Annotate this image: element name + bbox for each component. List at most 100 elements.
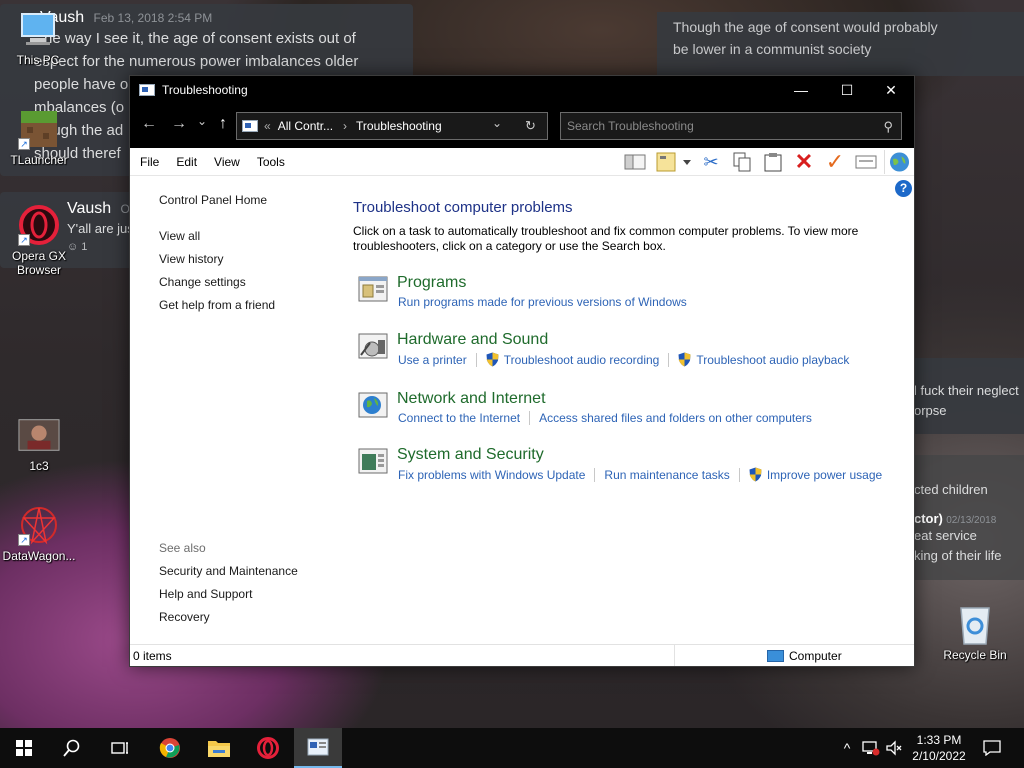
- desktop-icon-opera-gx[interactable]: ↗ Opera GX Browser: [1, 204, 77, 277]
- desktop-icon-recycle-bin[interactable]: Recycle Bin: [937, 603, 1013, 662]
- menu-view[interactable]: View: [204, 155, 247, 169]
- breadcrumb-separator[interactable]: ›: [343, 119, 347, 133]
- shortcut-arrow-icon: ↗: [18, 234, 30, 246]
- link-divider: [529, 411, 531, 425]
- page-title: Troubleshoot computer problems: [353, 199, 573, 216]
- change-settings-link[interactable]: Change settings: [159, 275, 246, 289]
- refresh-button[interactable]: ↻: [525, 118, 536, 134]
- help-and-support-link[interactable]: Help and Support: [159, 587, 252, 601]
- category-title-hardware-and-sound[interactable]: Hardware and Sound: [397, 331, 548, 349]
- get-help-from-friend-link[interactable]: Get help from a friend: [159, 298, 275, 312]
- chat-timestamp: Feb 13, 2018 2:54 PM: [93, 11, 213, 25]
- datawagon-app-icon: ↗: [18, 504, 60, 546]
- address-dropdown-button[interactable]: ⌄: [492, 116, 502, 130]
- category-title-programs[interactable]: Programs: [397, 274, 466, 292]
- close-button[interactable]: ✕: [868, 76, 914, 104]
- menu-tools[interactable]: Tools: [247, 155, 292, 169]
- search-input[interactable]: Search Troubleshooting ⚲: [560, 112, 902, 140]
- page-description: Click on a task to automatically trouble…: [353, 224, 859, 253]
- security-and-maintenance-link[interactable]: Security and Maintenance: [159, 564, 298, 578]
- chrome-taskbar-button[interactable]: [146, 728, 194, 768]
- fix-windows-update-link[interactable]: Fix problems with Windows Update: [398, 468, 585, 482]
- notifications-button[interactable]: [978, 728, 1006, 768]
- uac-shield-icon: [486, 352, 499, 367]
- chat-line: espect for the numerous power imbalances…: [34, 53, 359, 70]
- up-button[interactable]: ↑: [212, 115, 234, 133]
- desktop-icon-this-pc[interactable]: This PC: [0, 8, 76, 67]
- start-button[interactable]: [0, 728, 48, 768]
- use-a-printer-link[interactable]: Use a printer: [398, 353, 467, 367]
- control-panel-icon: [139, 84, 155, 96]
- folder-icon: [208, 741, 230, 757]
- breadcrumb-overflow[interactable]: «: [264, 119, 271, 133]
- copy-icon[interactable]: [729, 150, 755, 174]
- run-maintenance-tasks-link[interactable]: Run maintenance tasks: [604, 468, 729, 482]
- control-panel-taskbar-button[interactable]: [294, 728, 342, 768]
- delete-icon[interactable]: ✕: [791, 149, 817, 174]
- category-title-system-and-security[interactable]: System and Security: [397, 446, 544, 464]
- globe-icon[interactable]: [884, 150, 910, 174]
- preview-pane-icon[interactable]: [622, 150, 648, 174]
- troubleshoot-audio-recording-link[interactable]: Troubleshoot audio recording: [504, 353, 660, 367]
- chat-line: king of their life: [914, 548, 1002, 563]
- category-programs: Programs Run programs made for previous …: [358, 274, 918, 324]
- search-icon[interactable]: ⚲: [883, 119, 893, 135]
- connect-to-internet-link[interactable]: Connect to the Internet: [398, 411, 520, 425]
- breadcrumb-all-control-panel[interactable]: All Contr...: [278, 119, 333, 133]
- help-button[interactable]: ?: [895, 180, 912, 197]
- cut-icon[interactable]: ✂: [698, 150, 724, 174]
- opera-taskbar-button[interactable]: [244, 728, 292, 768]
- show-hidden-icons-button[interactable]: ^: [838, 728, 856, 768]
- notification-icon: [983, 740, 1001, 756]
- network-and-internet-icon[interactable]: [358, 390, 390, 420]
- programs-icon[interactable]: [358, 274, 390, 304]
- computer-icon: [767, 650, 784, 662]
- paste-icon[interactable]: [760, 150, 786, 174]
- desktop-icon-tlauncher[interactable]: ↗ TLauncher: [1, 108, 77, 167]
- status-location: Computer: [789, 649, 842, 663]
- category-network-and-internet: Network and Internet Connect to the Inte…: [358, 390, 918, 440]
- control-panel-home-link[interactable]: Control Panel Home: [159, 193, 267, 207]
- menu-bar: File Edit View Tools ✂ ✕ ✓: [130, 148, 914, 176]
- forward-button[interactable]: →: [168, 115, 190, 133]
- back-button[interactable]: ←: [138, 115, 160, 133]
- hardware-and-sound-icon[interactable]: [358, 331, 390, 361]
- layout-icon[interactable]: [653, 150, 693, 174]
- menu-edit[interactable]: Edit: [166, 155, 204, 169]
- recent-locations-button[interactable]: ⌄: [191, 114, 213, 128]
- access-shared-files-link[interactable]: Access shared files and folders on other…: [539, 411, 812, 425]
- volume-muted-icon[interactable]: [884, 728, 904, 768]
- minimize-button[interactable]: —: [778, 76, 824, 104]
- undo-icon[interactable]: ✓: [822, 149, 848, 174]
- menu-file[interactable]: File: [130, 155, 166, 169]
- properties-icon[interactable]: [853, 150, 879, 174]
- windows-logo-icon: [16, 740, 32, 756]
- network-status-icon[interactable]: [860, 728, 882, 768]
- view-history-link[interactable]: View history: [159, 252, 223, 266]
- desktop-icon-datawagon[interactable]: ↗ DataWagon...: [1, 504, 77, 563]
- link-divider: [594, 467, 596, 482]
- view-all-link[interactable]: View all: [159, 229, 200, 243]
- opera-icon: [257, 737, 279, 759]
- search-taskbar-button[interactable]: [48, 728, 96, 768]
- chat-timestamp: 02/13/2018: [946, 515, 997, 526]
- uac-shield-icon: [749, 467, 762, 482]
- chat-line: cted children: [914, 482, 988, 497]
- system-clock[interactable]: 1:33 PM 2/10/2022: [906, 732, 972, 764]
- system-and-security-icon[interactable]: [358, 446, 390, 476]
- window-titlebar[interactable]: Troubleshooting — ☐ ✕: [130, 76, 914, 104]
- run-older-programs-link[interactable]: Run programs made for previous versions …: [398, 295, 687, 309]
- address-bar[interactable]: « All Contr... › Troubleshooting ⌄ ↻: [236, 112, 548, 140]
- category-title-network-and-internet[interactable]: Network and Internet: [397, 390, 546, 408]
- breadcrumb-troubleshooting[interactable]: Troubleshooting: [356, 119, 442, 133]
- troubleshoot-audio-playback-link[interactable]: Troubleshoot audio playback: [696, 353, 849, 367]
- file-explorer-taskbar-button[interactable]: [195, 728, 243, 768]
- image-file-icon: [18, 414, 60, 456]
- desktop-icon-1c3[interactable]: 1c3: [1, 414, 77, 473]
- control-panel-icon: [242, 120, 258, 132]
- task-view-button[interactable]: [96, 728, 144, 768]
- recovery-link[interactable]: Recovery: [159, 610, 210, 624]
- maximize-button[interactable]: ☐: [824, 76, 870, 104]
- improve-power-usage-link[interactable]: Improve power usage: [767, 468, 882, 482]
- status-divider: [674, 645, 675, 666]
